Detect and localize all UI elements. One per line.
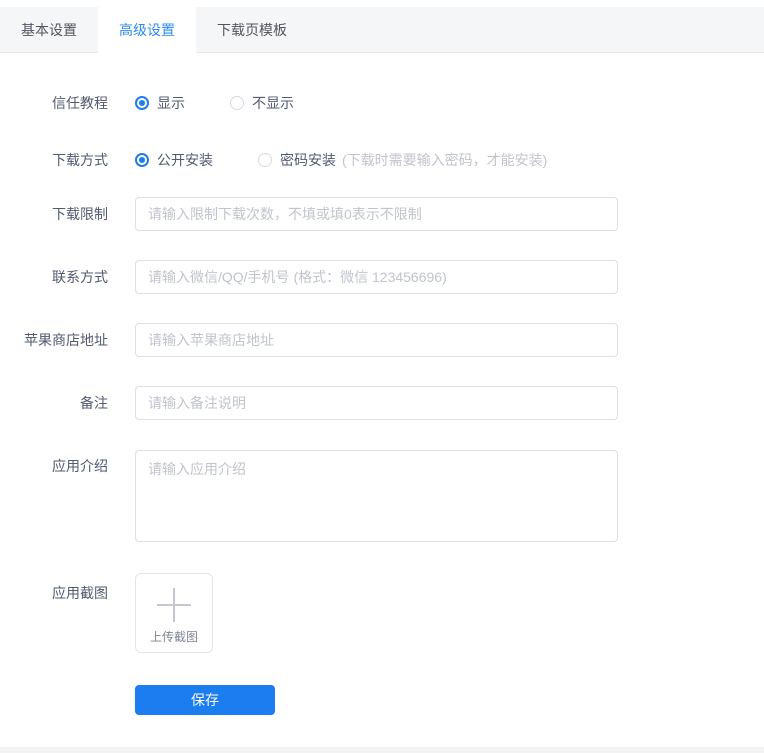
password-install-radio[interactable]: 密码安装 (下载时需要输入密码，才能安装) [258, 150, 547, 170]
public-install-radio[interactable]: 公开安装 [135, 150, 213, 170]
save-button[interactable]: 保存 [135, 685, 275, 715]
apple-store-url-label: 苹果商店地址 [24, 332, 108, 348]
radio-checked-icon[interactable] [135, 153, 149, 167]
radio-unchecked-icon[interactable] [230, 96, 244, 110]
download-limit-label: 下载限制 [52, 206, 108, 222]
remark-input[interactable] [135, 386, 618, 420]
upload-screenshot-text: 上传截图 [149, 630, 198, 644]
upload-screenshot-button[interactable]: 上传截图 [135, 573, 213, 653]
download-limit-row: 下载限制 [0, 197, 764, 231]
tab-download-page-template[interactable]: 下载页模板 [196, 7, 308, 53]
remark-row: 备注 [0, 386, 764, 420]
advanced-settings-form: 信任教程 显示 不显示 下载方式 公开安装 密码安装 (下载时需要输入密码，才能… [0, 53, 764, 715]
save-row: 保存 [135, 685, 764, 715]
app-screenshot-row: 应用截图 上传截图 [0, 573, 764, 653]
trust-tutorial-label: 信任教程 [52, 95, 108, 111]
trust-tutorial-hide-radio[interactable]: 不显示 [230, 93, 294, 113]
trust-tutorial-show-label: 显示 [157, 95, 185, 111]
remark-label: 备注 [80, 395, 108, 411]
contact-input[interactable] [135, 260, 618, 294]
app-intro-label: 应用介绍 [52, 458, 108, 474]
app-intro-row: 应用介绍 [0, 450, 764, 542]
bottom-strip [0, 747, 764, 753]
settings-page: 基本设置 高级设置 下载页模板 信任教程 显示 不显示 下载方式 公开安装 密码… [0, 0, 764, 753]
apple-store-url-row: 苹果商店地址 [0, 323, 764, 357]
trust-tutorial-row: 信任教程 显示 不显示 [0, 93, 764, 113]
trust-tutorial-show-radio[interactable]: 显示 [135, 93, 185, 113]
contact-label: 联系方式 [52, 269, 108, 285]
download-limit-input[interactable] [135, 197, 618, 231]
tab-basic-settings[interactable]: 基本设置 [0, 7, 98, 53]
app-intro-textarea[interactable] [135, 450, 618, 542]
radio-checked-icon[interactable] [135, 96, 149, 110]
trust-tutorial-hide-label: 不显示 [252, 95, 294, 111]
password-install-label: 密码安装 [280, 152, 336, 168]
contact-row: 联系方式 [0, 260, 764, 294]
password-install-hint: (下载时需要输入密码，才能安装) [342, 152, 548, 168]
download-method-row: 下载方式 公开安装 密码安装 (下载时需要输入密码，才能安装) [0, 150, 764, 170]
download-method-label: 下载方式 [52, 152, 108, 168]
tabbar: 基本设置 高级设置 下载页模板 [0, 7, 764, 54]
public-install-label: 公开安装 [157, 152, 213, 168]
radio-unchecked-icon[interactable] [258, 153, 272, 167]
tab-advanced-settings[interactable]: 高级设置 [98, 7, 196, 54]
apple-store-url-input[interactable] [135, 323, 618, 357]
app-screenshot-label: 应用截图 [52, 585, 108, 601]
plus-icon [157, 588, 191, 622]
